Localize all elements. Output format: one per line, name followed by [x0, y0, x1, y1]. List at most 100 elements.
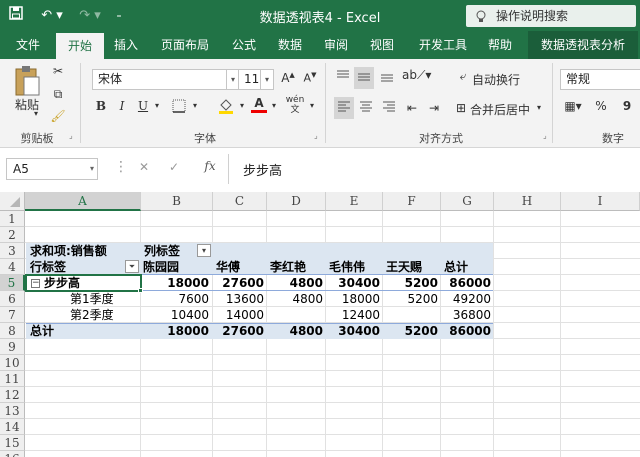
row-header[interactable]: 3 — [0, 243, 25, 259]
accounting-format-icon[interactable]: ▦▾ — [562, 99, 584, 113]
pivot-cell[interactable]: 10400 — [141, 307, 209, 323]
paste-icon[interactable] — [12, 65, 42, 99]
column-header[interactable]: I — [561, 192, 640, 211]
row-header[interactable]: 8 — [0, 323, 25, 339]
row-header[interactable]: 13 — [0, 403, 25, 419]
customize-toolbar-icon[interactable]: ₌ — [112, 6, 126, 25]
pivot-cell[interactable]: 7600 — [141, 291, 209, 307]
number-format-dropdown[interactable]: 常规 — [560, 69, 640, 90]
increase-font-icon[interactable]: A▲ — [280, 71, 296, 85]
tab-home[interactable]: 开始 — [56, 33, 104, 59]
column-header[interactable]: F — [383, 192, 441, 211]
column-header[interactable]: E — [326, 192, 383, 211]
pivot-value-label[interactable]: 求和项:销售额 — [30, 243, 107, 259]
pivot-cell[interactable]: 5200 — [383, 323, 438, 339]
name-box[interactable]: A5 ▾ — [6, 158, 98, 180]
row-header[interactable]: 10 — [0, 355, 25, 371]
tell-me-search[interactable]: 操作说明搜索 — [466, 5, 636, 27]
row-header[interactable]: 16 — [0, 451, 25, 457]
pivot-cell[interactable]: 18000 — [141, 275, 209, 291]
column-header[interactable]: H — [494, 192, 561, 211]
redo-icon[interactable]: ↷ ▾ — [78, 6, 102, 25]
align-right-icon[interactable] — [380, 101, 398, 116]
align-top-icon[interactable] — [334, 69, 352, 86]
row-header[interactable]: 12 — [0, 387, 25, 403]
active-cell[interactable] — [25, 274, 142, 292]
pivot-cell[interactable]: 13600 — [213, 291, 264, 307]
pivot-cell[interactable] — [383, 307, 438, 323]
pivot-cell[interactable]: 18000 — [326, 291, 380, 307]
column-header[interactable]: A — [25, 192, 141, 211]
pivot-cell[interactable]: 27600 — [213, 323, 264, 339]
column-header[interactable]: B — [141, 192, 213, 211]
pivot-cell[interactable]: 30400 — [326, 323, 380, 339]
enter-icon[interactable]: ✓ — [166, 160, 182, 174]
tab-insert[interactable]: 插入 — [104, 31, 148, 59]
pivot-column-label[interactable]: 列标签 — [144, 243, 180, 259]
phonetic-icon[interactable]: wén 文 — [283, 95, 307, 115]
row-header[interactable]: 7 — [0, 307, 25, 323]
row-header[interactable]: 2 — [0, 227, 25, 243]
alignment-launcher-icon[interactable]: ⌟ — [543, 131, 547, 140]
pivot-col-header[interactable]: 陈园园 — [143, 259, 179, 275]
row-header[interactable]: 11 — [0, 371, 25, 387]
merge-dropdown-icon[interactable]: ▾ — [534, 103, 544, 112]
decrease-font-icon[interactable]: A▼ — [302, 71, 318, 85]
copy-icon[interactable]: ⧉ — [48, 87, 68, 102]
percent-style-icon[interactable]: % — [594, 99, 608, 113]
insert-function-button[interactable]: fx — [200, 159, 220, 173]
row-header[interactable]: 9 — [0, 339, 25, 355]
pivot-cell[interactable]: 12400 — [326, 307, 380, 323]
pivot-col-header[interactable]: 王天赐 — [386, 259, 422, 275]
bold-button[interactable]: B — [94, 99, 108, 113]
row-header[interactable]: 6 — [0, 291, 25, 307]
pivot-cell[interactable]: 4800 — [267, 275, 323, 291]
fill-color-icon[interactable] — [216, 97, 236, 118]
pivot-group-name[interactable]: 步步高 — [44, 275, 80, 291]
font-color-icon[interactable]: A — [251, 96, 267, 113]
tab-page-layout[interactable]: 页面布局 — [152, 31, 218, 59]
paste-dropdown-icon[interactable]: ▾ — [30, 109, 42, 118]
tab-file[interactable]: 文件 — [6, 31, 50, 59]
fill-color-dropdown-icon[interactable]: ▾ — [237, 101, 247, 110]
pivot-cell[interactable] — [267, 307, 323, 323]
pivot-subrow-label[interactable]: 第2季度 — [70, 307, 114, 323]
formula-input[interactable]: 步步高 — [243, 160, 282, 179]
merge-center-button[interactable]: 合并后居中 — [470, 101, 530, 118]
pivot-row-label[interactable]: 行标签 — [30, 259, 66, 275]
comma-style-icon[interactable]: 9 — [620, 99, 634, 113]
font-color-dropdown-icon[interactable]: ▾ — [269, 101, 279, 110]
pivot-cell[interactable]: 36800 — [441, 307, 491, 323]
wrap-text-button[interactable]: 自动换行 — [472, 71, 520, 88]
font-size-dropdown[interactable]: 11 ▾ — [238, 69, 274, 90]
pivot-cell[interactable]: 14000 — [213, 307, 264, 323]
pivot-cell[interactable]: 5200 — [383, 275, 438, 291]
phonetic-dropdown-icon[interactable]: ▾ — [307, 101, 317, 110]
pivot-cell[interactable]: 27600 — [213, 275, 264, 291]
borders-dropdown-icon[interactable]: ▾ — [190, 101, 200, 110]
pivot-cell[interactable]: 86000 — [441, 275, 491, 291]
pivot-cell[interactable]: 49200 — [441, 291, 491, 307]
row-header[interactable]: 5 — [0, 275, 25, 291]
row-header[interactable]: 4 — [0, 259, 25, 275]
wrap-text-icon[interactable]: ⤶ — [456, 69, 470, 84]
select-all-corner[interactable] — [0, 192, 25, 211]
pivot-cell[interactable]: 18000 — [141, 323, 209, 339]
pivot-cell[interactable]: 30400 — [326, 275, 380, 291]
increase-indent-icon[interactable]: ⇥ — [425, 101, 443, 115]
tab-formulas[interactable]: 公式 — [222, 31, 266, 59]
italic-button[interactable]: I — [115, 99, 129, 113]
tab-pivot-analyze[interactable]: 数据透视表分析 — [528, 31, 638, 59]
tab-developer[interactable]: 开发工具 — [410, 31, 476, 59]
pivot-col-header[interactable]: 华傅 — [216, 259, 240, 275]
align-left-icon[interactable] — [334, 97, 354, 119]
pivot-col-header[interactable]: 毛伟伟 — [329, 259, 365, 275]
undo-icon[interactable]: ↶ ▾ — [40, 6, 64, 25]
font-name-dropdown[interactable]: 宋体 ▾ — [92, 69, 240, 90]
row-filter-button[interactable]: ⏷ — [125, 260, 139, 273]
tab-review[interactable]: 审阅 — [314, 31, 358, 59]
column-header[interactable]: C — [213, 192, 267, 211]
decrease-indent-icon[interactable]: ⇤ — [403, 101, 421, 115]
worksheet-grid[interactable]: A B C D E F G H I 1 2 3 4 5 6 7 8 9 10 1… — [0, 192, 640, 457]
orientation-icon[interactable]: ab⟋▾ — [402, 68, 431, 83]
